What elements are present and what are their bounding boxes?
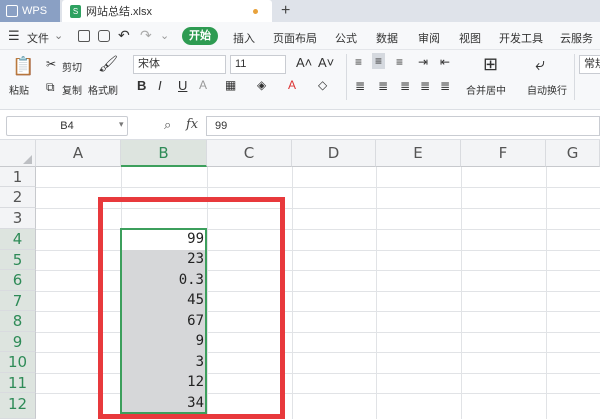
merge-center-icon[interactable]: ⊞ [483, 54, 498, 75]
align-left-icon[interactable]: ≣ [355, 79, 365, 93]
paste-icon[interactable]: 📋 [12, 56, 34, 77]
fill-color-icon[interactable]: ◈ [257, 78, 266, 92]
row-header-4[interactable]: 4 [0, 229, 36, 250]
row-header-1[interactable]: 1 [0, 167, 36, 187]
save-icon[interactable] [78, 30, 90, 42]
format-painter-icon[interactable]: 🖌 [98, 54, 118, 74]
menu-data[interactable]: 数据 [376, 30, 398, 46]
row-header-3[interactable]: 3 [0, 208, 36, 229]
row-header-9[interactable]: 9 [0, 332, 36, 352]
file-tab[interactable]: S 网站总结.xlsx [62, 0, 272, 22]
column-header-e[interactable]: E [376, 140, 461, 167]
menu-cloud[interactable]: 云服务 [560, 30, 593, 46]
title-bar: WPS S 网站总结.xlsx + [0, 0, 600, 22]
row-header-6[interactable]: 6 [0, 270, 36, 291]
outdent-icon[interactable]: ⇤ [440, 55, 450, 69]
font-color-icon[interactable]: A [288, 78, 296, 92]
menu-insert[interactable]: 插入 [233, 30, 255, 46]
row-header-5[interactable]: 5 [0, 250, 36, 270]
menu-review[interactable]: 审阅 [418, 30, 440, 46]
align-right-icon[interactable]: ≣ [400, 79, 410, 93]
new-tab-button[interactable]: + [281, 0, 290, 22]
wps-tab-label: WPS [22, 5, 48, 17]
gridline [292, 167, 293, 419]
menu-page-layout[interactable]: 页面布局 [273, 30, 317, 46]
cut-button[interactable]: 剪切 [62, 59, 82, 74]
align-top-icon[interactable]: ≡ [355, 55, 362, 69]
indent-icon[interactable]: ⇥ [418, 55, 428, 69]
copy-icon[interactable]: ⧉ [46, 80, 55, 95]
format-painter-button[interactable]: 格式刷 [88, 82, 118, 97]
formula-input[interactable]: 99 [206, 116, 600, 136]
justify-icon[interactable]: ≣ [420, 79, 430, 93]
copy-button[interactable]: 复制 [62, 82, 82, 97]
gridline [461, 167, 462, 419]
quick-access-dropdown-icon[interactable]: ⌄ [160, 29, 169, 42]
row-header-7[interactable]: 7 [0, 291, 36, 311]
column-header-f[interactable]: F [461, 140, 546, 167]
file-dropdown-icon[interactable]: ⌄ [54, 29, 63, 42]
strikethrough-icon[interactable]: A [199, 78, 207, 92]
menu-bar: ☰ 文件 ⌄ ↶ ↷ ⌄ 开始 插入 页面布局 公式 数据 审阅 视图 开发工具… [0, 22, 600, 50]
number-format-select[interactable]: 常规 [579, 55, 600, 74]
wps-home-tab[interactable]: WPS [0, 0, 60, 22]
menu-file[interactable]: 文件 [27, 30, 49, 46]
formula-bar: B4 ▾ ⌕ fx 99 [0, 112, 600, 140]
redo-icon[interactable]: ↷ [140, 27, 152, 44]
menu-hamburger-icon[interactable]: ☰ [8, 28, 20, 44]
name-box[interactable]: B4 [6, 116, 128, 136]
increase-font-icon[interactable]: A˄ [296, 55, 312, 70]
align-center-icon[interactable]: ≣ [378, 79, 388, 93]
menu-developer[interactable]: 开发工具 [499, 30, 543, 46]
font-name-select[interactable]: 宋体 [133, 55, 226, 74]
merge-center-button[interactable]: 合并居中 [466, 82, 506, 97]
ribbon-divider [346, 54, 347, 100]
wps-logo-icon [6, 5, 18, 17]
name-box-dropdown-icon[interactable]: ▾ [119, 119, 124, 130]
ribbon-toolbar: 📋 粘贴 ✂ 剪切 ⧉ 复制 🖌 格式刷 宋体 11 A˄ A˅ B I U A… [0, 50, 600, 110]
menu-start[interactable]: 开始 [182, 27, 218, 45]
decrease-font-icon[interactable]: A˅ [318, 55, 334, 70]
row-header-8[interactable]: 8 [0, 311, 36, 332]
clear-format-icon[interactable]: ◇ [318, 78, 327, 92]
bold-button[interactable]: B [137, 78, 146, 93]
spreadsheet-icon: S [70, 4, 81, 18]
undo-icon[interactable]: ↶ [118, 27, 130, 44]
align-bottom-icon[interactable]: ≡ [396, 55, 403, 69]
row-header-2[interactable]: 2 [0, 187, 36, 208]
highlight-annotation-box [98, 197, 285, 419]
column-header-b[interactable]: B [121, 140, 207, 167]
spreadsheet-grid: A B C D E F G 1 2 3 4 5 6 7 8 9 10 11 12… [0, 140, 600, 419]
border-icon[interactable]: ▦ [225, 78, 236, 92]
ribbon-divider [574, 54, 575, 100]
auto-wrap-button[interactable]: 自动换行 [527, 82, 567, 97]
italic-button[interactable]: I [158, 78, 162, 93]
distributed-icon[interactable]: ≣ [440, 79, 450, 93]
auto-wrap-icon[interactable]: ⤶ [535, 54, 545, 75]
paste-button[interactable]: 粘贴 [9, 82, 29, 97]
print-icon[interactable] [98, 30, 110, 42]
file-tab-label: 网站总结.xlsx [86, 6, 152, 18]
unsaved-dot-icon [253, 9, 258, 14]
underline-button[interactable]: U [178, 78, 187, 93]
zoom-search-icon[interactable]: ⌕ [164, 117, 171, 133]
fx-button[interactable]: fx [186, 117, 198, 132]
cut-icon[interactable]: ✂ [46, 57, 56, 71]
menu-view[interactable]: 视图 [459, 30, 481, 46]
align-middle-icon[interactable]: ≡ [372, 53, 386, 69]
gridline [376, 167, 377, 419]
column-header-g[interactable]: G [546, 140, 600, 167]
column-header-a[interactable]: A [36, 140, 121, 167]
column-header-c[interactable]: C [207, 140, 292, 167]
menu-formulas[interactable]: 公式 [335, 30, 357, 46]
gridline [546, 167, 547, 419]
font-size-select[interactable]: 11 [230, 55, 286, 74]
row-header-12[interactable]: 12 [0, 393, 36, 419]
row-header-11[interactable]: 11 [0, 373, 36, 393]
gridline [36, 187, 600, 188]
select-all-corner[interactable] [0, 140, 36, 167]
column-header-d[interactable]: D [292, 140, 376, 167]
row-header-10[interactable]: 10 [0, 352, 36, 373]
